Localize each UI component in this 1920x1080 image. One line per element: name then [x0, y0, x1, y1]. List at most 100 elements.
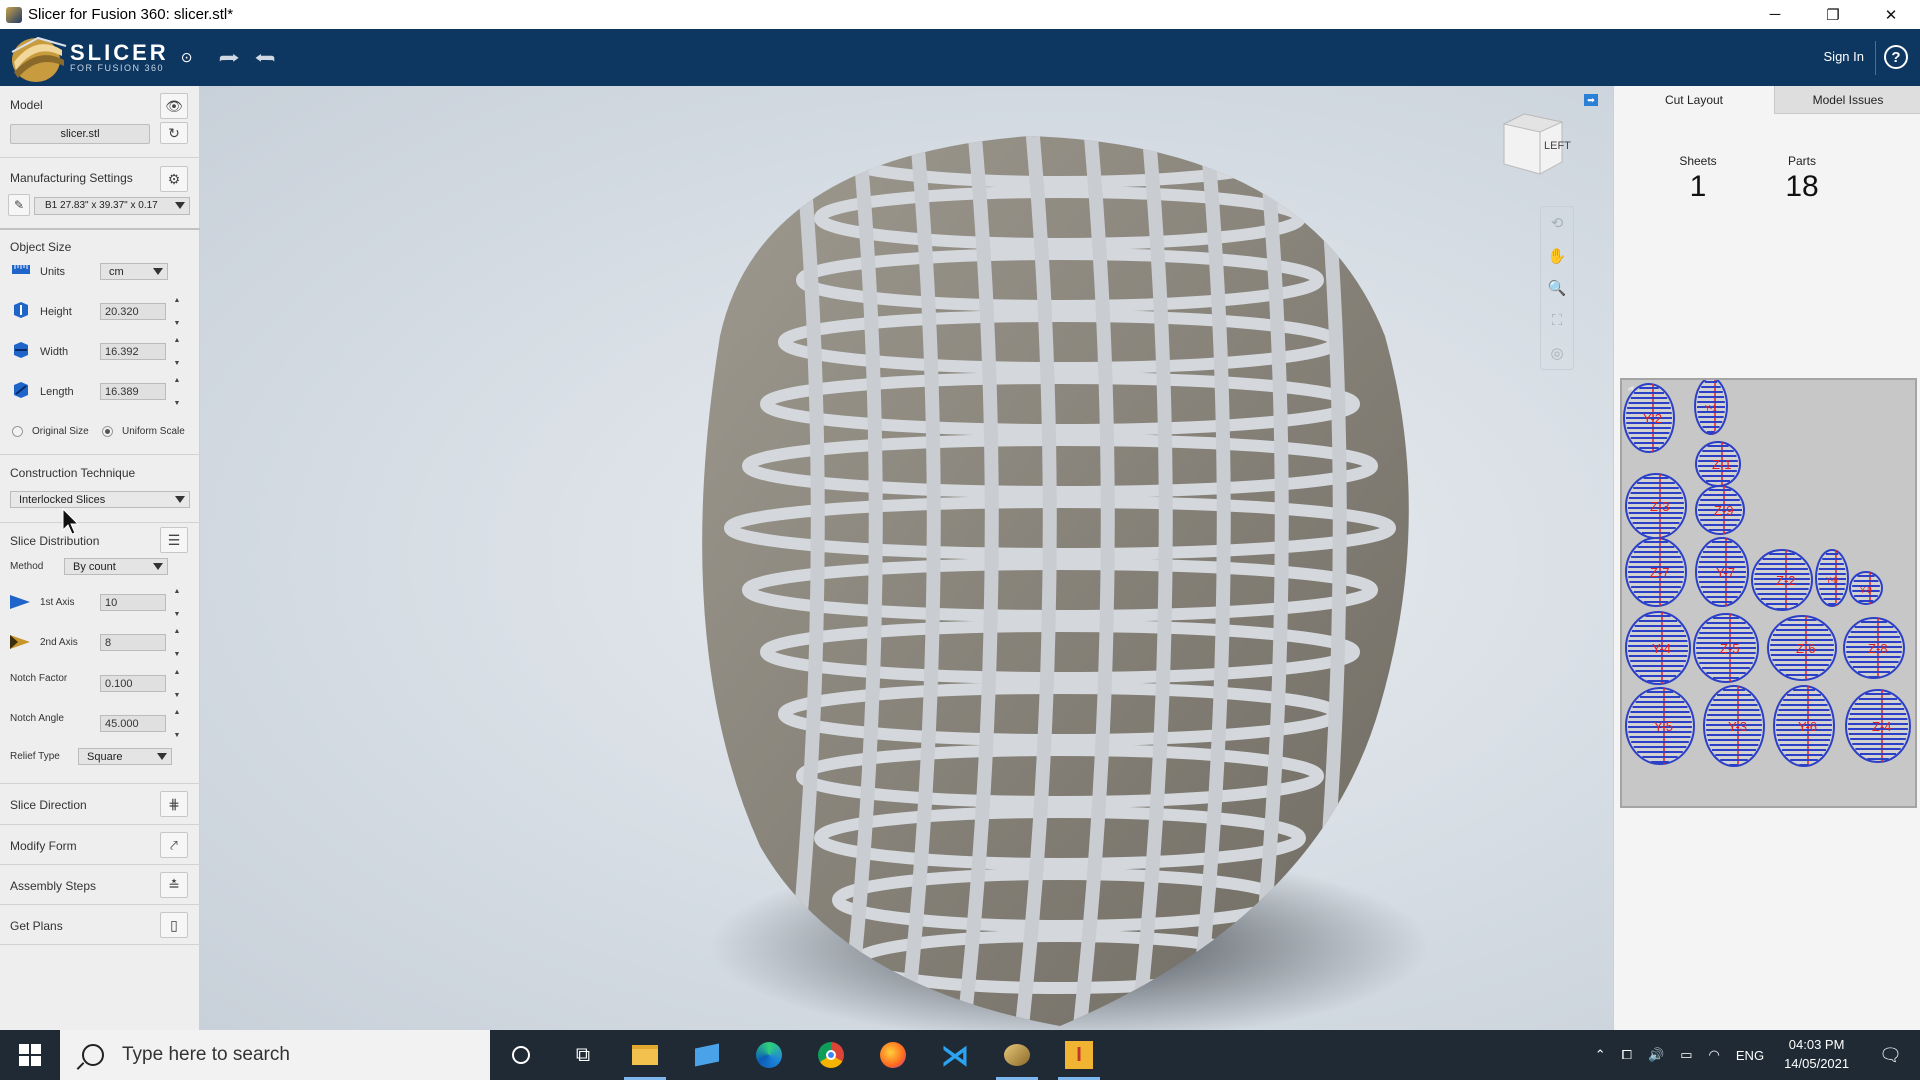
length-stepper[interactable]: ▲ ▼: [172, 377, 182, 407]
height-stepper[interactable]: ▲ ▼: [172, 297, 182, 327]
list-icon[interactable]: ☰: [160, 527, 188, 553]
part-label: Z-2: [1776, 573, 1796, 588]
construction-section: Construction Technique Interlocked Slice…: [0, 455, 200, 529]
part-label: Z-9: [1714, 503, 1734, 518]
method-dropdown[interactable]: By count: [64, 558, 168, 575]
header-divider: [1875, 41, 1876, 75]
assembly-steps-section[interactable]: Assembly Steps ≛: [0, 865, 200, 905]
uniform-scale-radio[interactable]: [102, 426, 113, 437]
redo-icon[interactable]: ➦: [254, 47, 276, 69]
modify-form-section[interactable]: Modify Form ⤤: [0, 825, 200, 865]
help-icon[interactable]: ?: [1884, 45, 1908, 69]
file-explorer-icon[interactable]: [614, 1030, 676, 1080]
axis2-icon: [10, 635, 30, 649]
length-label: Length: [40, 386, 74, 398]
notch-factor-stepper[interactable]: ▲ ▼: [172, 669, 182, 699]
assembly-steps-icon[interactable]: ≛: [160, 872, 188, 898]
menu-dropdown-icon[interactable]: ⊙: [181, 49, 193, 66]
window-title: Slicer for Fusion 360: slicer.stl*: [28, 6, 234, 23]
view-cube-face: LEFT: [1544, 140, 1571, 152]
units-dropdown[interactable]: cm: [100, 263, 168, 280]
tab-cut-layout[interactable]: Cut Layout: [1614, 86, 1774, 114]
gear-icon[interactable]: ⚙: [160, 166, 188, 192]
task-view-icon[interactable]: ⧉: [552, 1030, 614, 1080]
clock[interactable]: 04:03 PM 14/05/2021: [1784, 1036, 1849, 1074]
model-label: Model: [10, 98, 43, 112]
part-label: Y-8: [1826, 576, 1838, 585]
view-cube[interactable]: LEFT: [1500, 112, 1571, 175]
zoom-icon[interactable]: 🔍: [1548, 279, 1567, 297]
brand-sub: FOR FUSION 360: [70, 63, 165, 73]
remote-desktop-icon[interactable]: [676, 1030, 738, 1080]
cut-sheet-preview[interactable]: 1 Y-2Y-1Z-1Z-3Z-9Z-7Y-7Z-2Y-8Y-9Y-4Z-5Z-…: [1620, 378, 1917, 808]
firefox-icon[interactable]: [862, 1030, 924, 1080]
model-file-button[interactable]: slicer.stl: [10, 124, 150, 144]
slice-distribution-section: Slice Distribution ☰ Method By count 1st…: [0, 523, 200, 765]
height-input[interactable]: 20.320: [100, 303, 166, 320]
axis1-input[interactable]: 10: [100, 594, 166, 611]
slice-direction-section[interactable]: Slice Direction ⋕: [0, 784, 200, 824]
windows-taskbar: Type here to search ⧉ ⋊ I ⌃ ⧠ 🔊 ▭ ◠ ENG …: [0, 1030, 1920, 1080]
length-input[interactable]: 16.389: [100, 383, 166, 400]
edge-icon[interactable]: [738, 1030, 800, 1080]
taskbar-search[interactable]: Type here to search: [60, 1030, 490, 1080]
get-plans-icon[interactable]: ▯: [160, 912, 188, 938]
material-dropdown[interactable]: B1 27.83" x 39.37" x 0.17: [34, 197, 190, 215]
slice-distribution-label: Slice Distribution: [10, 534, 100, 548]
axis1-stepper[interactable]: ▲ ▼: [172, 588, 182, 618]
meet-now-icon[interactable]: ⧠: [1622, 1047, 1632, 1063]
eye-icon[interactable]: 👁: [160, 93, 188, 119]
orbit-icon[interactable]: ⟲: [1551, 214, 1564, 232]
battery-icon[interactable]: ▭: [1680, 1047, 1692, 1063]
method-label: Method: [10, 561, 44, 572]
vscode-icon[interactable]: ⋊: [924, 1030, 986, 1080]
part-label: Z-4: [1872, 719, 1892, 734]
panel-toggle-icon[interactable]: ➡: [1584, 94, 1598, 106]
relief-type-dropdown[interactable]: Square: [78, 748, 172, 765]
sheets-value: 1: [1689, 170, 1707, 203]
system-tray: ⌃ ⧠ 🔊 ▭ ◠ ENG 04:03 PM 14/05/2021 🗨: [1587, 1030, 1920, 1080]
notification-icon[interactable]: 🗨: [1879, 1045, 1902, 1066]
chevron-up-icon[interactable]: ⌃: [1595, 1047, 1606, 1063]
slice-direction-label: Slice Direction: [10, 798, 87, 812]
construction-dropdown[interactable]: Interlocked Slices: [10, 491, 190, 508]
other-app-icon[interactable]: I: [1048, 1030, 1110, 1080]
width-stepper[interactable]: ▲ ▼: [172, 337, 182, 367]
chevron-down-icon: [157, 753, 167, 760]
relief-type-value: Square: [87, 751, 123, 763]
wifi-icon[interactable]: ◠: [1709, 1047, 1720, 1063]
notch-angle-stepper[interactable]: ▲ ▼: [172, 709, 182, 739]
axis2-input[interactable]: 8: [100, 634, 166, 651]
app-icon: [6, 6, 22, 23]
minimize-button[interactable]: ─: [1746, 0, 1804, 29]
volume-icon[interactable]: 🔊: [1648, 1047, 1664, 1063]
fit-icon[interactable]: ⛶: [1552, 312, 1563, 329]
original-size-radio[interactable]: [12, 426, 23, 437]
look-icon[interactable]: ◎: [1550, 344, 1563, 362]
clock-time: 04:03 PM: [1788, 1037, 1845, 1053]
axis2-stepper[interactable]: ▲ ▼: [172, 628, 182, 658]
language-indicator[interactable]: ENG: [1736, 1048, 1764, 1063]
undo-icon[interactable]: ➦: [218, 47, 240, 69]
notch-factor-input[interactable]: 0.100: [100, 675, 166, 692]
relief-type-label: Relief Type: [10, 751, 60, 762]
refresh-icon[interactable]: ↻: [160, 122, 188, 144]
sliced-model-render: [702, 136, 1430, 1030]
get-plans-section[interactable]: Get Plans ▯: [0, 905, 200, 945]
chrome-icon[interactable]: [800, 1030, 862, 1080]
restore-button[interactable]: ❐: [1804, 0, 1862, 29]
sign-in-link[interactable]: Sign In: [1824, 49, 1864, 64]
pan-icon[interactable]: ✋: [1548, 247, 1567, 265]
3d-viewport[interactable]: LEFT ➡ ⟲ ✋ 🔍 ⛶ ◎: [200, 86, 1613, 1030]
slicer-taskbar-icon[interactable]: [986, 1030, 1048, 1080]
slicer-logo: SLICER FOR FUSION 360: [8, 32, 169, 84]
cortana-icon[interactable]: [490, 1030, 552, 1080]
width-input[interactable]: 16.392: [100, 343, 166, 360]
notch-angle-input[interactable]: 45.000: [100, 715, 166, 732]
slice-direction-icon[interactable]: ⋕: [160, 791, 188, 817]
close-button[interactable]: ✕: [1862, 0, 1920, 29]
tab-model-issues[interactable]: Model Issues: [1774, 86, 1920, 114]
modify-form-icon[interactable]: ⤤: [160, 832, 188, 858]
pencil-icon[interactable]: ✎: [8, 194, 30, 216]
windows-start-icon[interactable]: [0, 1030, 60, 1080]
